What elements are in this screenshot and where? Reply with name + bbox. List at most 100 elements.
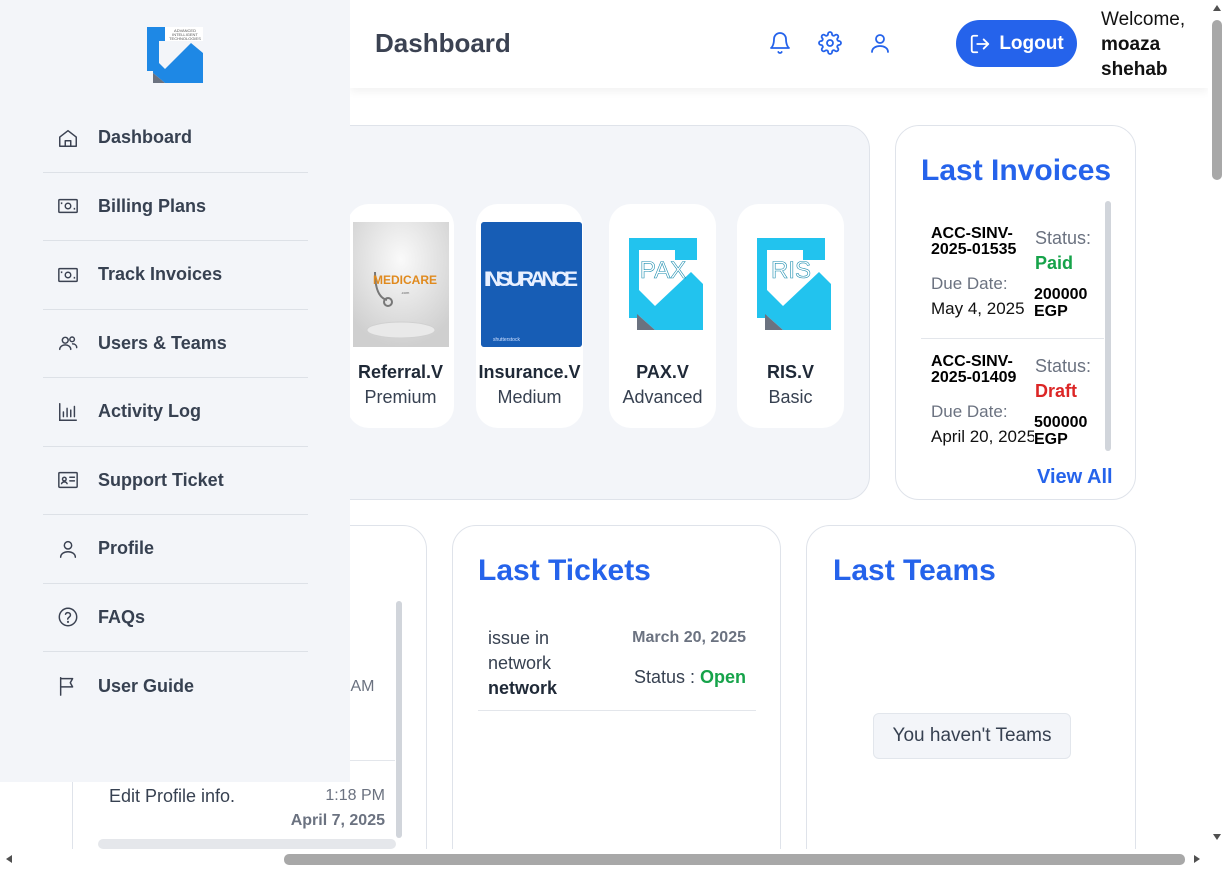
id-card-icon [56, 468, 80, 492]
view-all-link[interactable]: View All [1037, 466, 1113, 489]
medicare-logo-text: MEDICARE [373, 273, 437, 287]
invoice-row[interactable]: ACC-SINV-2025-01409 Due Date: April 20, … [921, 339, 1104, 467]
logout-button[interactable]: Logout [956, 20, 1077, 67]
ticket-title: issue in network network [488, 626, 578, 701]
logout-label: Logout [999, 32, 1064, 54]
sidebar-item-label: Activity Log [98, 401, 202, 422]
gear-icon[interactable] [818, 31, 844, 57]
activity-hscrollbar[interactable] [98, 839, 396, 849]
sidebar-item-profile[interactable]: Profile [43, 515, 308, 584]
empty-teams-message: You haven't Teams [873, 713, 1071, 759]
ris-product-image: RIS [743, 222, 839, 347]
user-name: moaza shehab [1101, 34, 1168, 80]
product-card-pax[interactable]: PAX PAX.V Advanced [609, 204, 716, 428]
money-icon [56, 194, 80, 218]
company-logo[interactable]: ADVANCED INTELLIGENT TECHNOLOGIES [145, 25, 205, 84]
sidebar-item-users-teams[interactable]: Users & Teams [43, 310, 308, 378]
product-card-ris[interactable]: RIS RIS.V Basic [737, 204, 844, 428]
invoice-amount: 200000 EGP [1034, 286, 1104, 320]
page-vertical-scrollbar[interactable] [1208, 0, 1227, 849]
invoice-amount: 500000 EGP [1034, 414, 1104, 448]
activity-time: 1:18 PM [325, 787, 385, 804]
activity-date: April 7, 2025 [290, 812, 385, 829]
sidebar-item-faqs[interactable]: FAQs [43, 584, 308, 652]
scroll-right-icon[interactable] [1194, 855, 1200, 863]
last-teams-card: Last Teams You haven't Teams [806, 525, 1136, 869]
status-label: Status: [1035, 228, 1092, 248]
last-invoices-card: Last Invoices ACC-SINV-2025-01535 Due Da… [895, 125, 1136, 500]
sidebar-item-track-invoices[interactable]: Track Invoices [43, 241, 308, 310]
vertical-scroll-thumb[interactable] [1212, 20, 1222, 180]
product-name: Insurance.V [478, 362, 581, 382]
insurance-logo-text: INSURANCE [484, 268, 578, 291]
sidebar-item-label: Track Invoices [98, 264, 223, 285]
activity-scrollbar[interactable] [396, 601, 402, 838]
sidebar-item-dashboard[interactable]: Dashboard [43, 104, 308, 173]
question-icon [56, 605, 80, 629]
sidebar-item-label: FAQs [98, 606, 146, 627]
svg-text:.com: .com [401, 290, 410, 295]
status-label: Status: [1035, 356, 1092, 376]
ticket-status-label: Status : [633, 667, 695, 687]
sidebar-item-activity-log[interactable]: Activity Log [43, 378, 308, 447]
ticket-status: Status : Open [634, 667, 746, 688]
insurance-product-image: INSURANCE shutterstock [481, 222, 582, 347]
bar-chart-icon [56, 400, 80, 424]
activity-text: Edit Profile info. [109, 786, 236, 806]
teams-title: Last Teams [833, 554, 996, 587]
user-icon [56, 537, 80, 561]
ticket-title-line: issue in network [488, 628, 552, 673]
scroll-down-icon[interactable] [1213, 834, 1221, 840]
page-horizontal-scrollbar[interactable] [0, 849, 1227, 869]
scroll-left-icon[interactable] [6, 855, 12, 863]
product-name: RIS.V [766, 362, 814, 382]
scroll-up-icon[interactable] [1213, 5, 1221, 11]
due-date: May 4, 2025 [931, 299, 1025, 318]
product-name: Referral.V [357, 362, 444, 382]
page-title: Dashboard [375, 28, 511, 58]
sidebar-item-label: Users & Teams [98, 332, 227, 353]
invoice-id: ACC-SINV-2025-01409 [931, 353, 1017, 386]
invoices-title: Last Invoices [921, 154, 1112, 187]
invoice-id: ACC-SINV-2025-01535 [931, 225, 1017, 258]
users-icon [56, 331, 80, 355]
logout-icon [971, 34, 990, 53]
last-tickets-card: Last Tickets issue in network network Ma… [452, 525, 781, 869]
sidebar-item-label: Billing Plans [98, 195, 207, 216]
pax-logo-text: PAX [640, 257, 686, 284]
tickets-title: Last Tickets [478, 554, 651, 587]
sidebar-item-support-ticket[interactable]: Support Ticket [43, 447, 308, 515]
product-tier: Medium [497, 387, 562, 407]
ris-logo-text: RIS [771, 257, 811, 284]
due-date: April 20, 2025 [931, 427, 1036, 446]
product-card-referral[interactable]: MEDICARE .com Referral.V Premium [347, 204, 454, 428]
sidebar: ADVANCED INTELLIGENT TECHNOLOGIES Dashbo… [0, 0, 350, 782]
status-badge: Draft [1035, 381, 1078, 401]
invoice-row[interactable]: ACC-SINV-2025-01535 Due Date: May 4, 202… [921, 211, 1104, 339]
sidebar-item-user-guide[interactable]: User Guide [43, 652, 308, 721]
home-icon [56, 126, 80, 150]
welcome-label: Welcome, [1101, 9, 1186, 30]
welcome-text: Welcome, moaza shehab [1101, 7, 1191, 82]
top-header: Dashboard Logout Welcome, moaza shehab [350, 0, 1208, 88]
svg-text:shutterstock: shutterstock [493, 337, 520, 343]
product-tier: Basic [768, 387, 813, 407]
flag-icon [56, 674, 80, 698]
pax-product-image: PAX [615, 222, 711, 347]
invoice-list-scrollbar[interactable] [1105, 201, 1111, 451]
bell-icon[interactable] [768, 31, 794, 57]
money-icon [56, 263, 80, 287]
user-icon[interactable] [868, 31, 894, 57]
horizontal-scroll-thumb[interactable] [284, 854, 1185, 865]
medicare-product-image: MEDICARE .com [353, 222, 449, 347]
ticket-row[interactable]: issue in network network March 20, 2025 … [478, 616, 756, 711]
product-card-insurance[interactable]: INSURANCE shutterstock Insurance.V Mediu… [476, 204, 583, 428]
due-date-label: Due Date: [931, 274, 1008, 293]
sidebar-item-billing-plans[interactable]: Billing Plans [43, 173, 308, 241]
due-date-label: Due Date: [931, 402, 1008, 421]
ticket-date: March 20, 2025 [632, 629, 746, 646]
status-badge: Paid [1035, 253, 1074, 273]
sidebar-item-label: Dashboard [98, 127, 193, 148]
sidebar-item-label: User Guide [98, 675, 195, 696]
svg-text:TECHNOLOGIES: TECHNOLOGIES [169, 36, 201, 41]
